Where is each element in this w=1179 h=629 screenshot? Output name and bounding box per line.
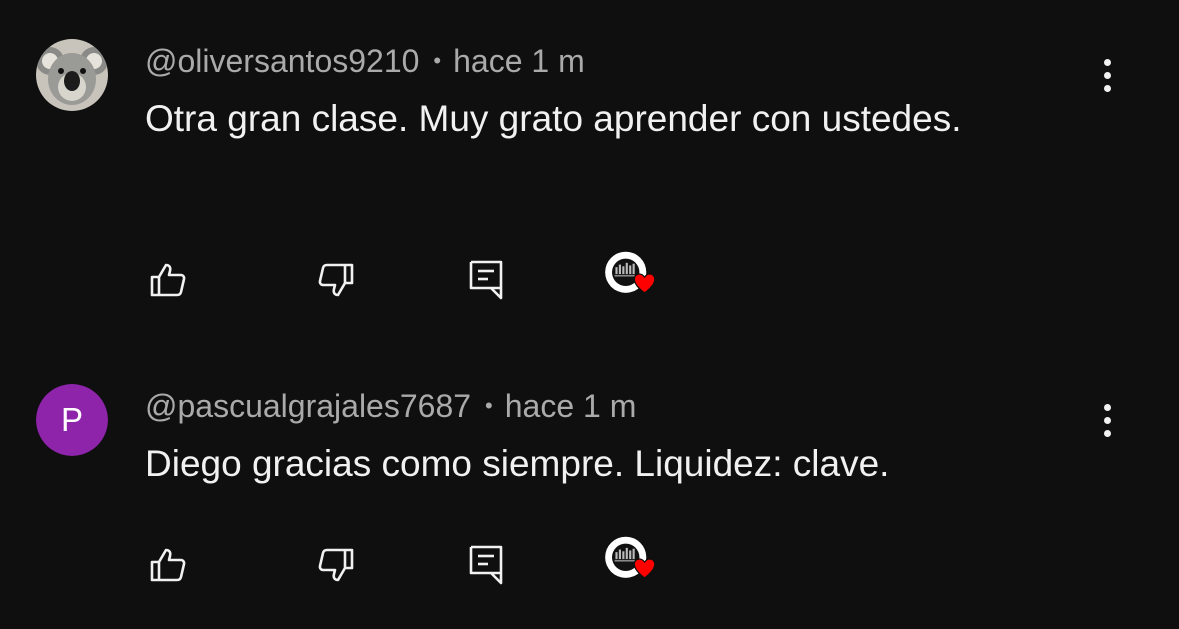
comment-actions: [0, 535, 1179, 595]
more-vertical-icon: [1103, 403, 1111, 411]
more-options-button[interactable]: [1092, 400, 1122, 440]
more-vertical-icon: [1103, 58, 1111, 66]
comment-meta: @oliversantos9210 • hace 1 m: [145, 42, 585, 80]
more-dot: [1103, 416, 1111, 424]
like-button[interactable]: [138, 535, 198, 595]
comment-meta: @pascualgrajales7687 • hace 1 m: [145, 387, 636, 425]
reply-button[interactable]: [456, 250, 516, 310]
dislike-button[interactable]: [306, 535, 366, 595]
more-options-button[interactable]: [1092, 55, 1122, 95]
reply-button[interactable]: [456, 535, 516, 595]
koala-avatar-icon: [36, 39, 108, 111]
more-dot: [1103, 429, 1111, 437]
thumbs-down-icon: [318, 263, 354, 297]
creator-heart-icon: [605, 251, 656, 294]
comment-text: Diego gracias como siempre. Liquidez: cl…: [145, 443, 890, 484]
thumbs-up-icon: [150, 548, 186, 582]
comment-item: @oliversantos9210 • hace 1 m Otra gran cla…: [0, 0, 1179, 330]
avatar[interactable]: P: [36, 384, 108, 456]
comment-time: hace 1 m: [504, 388, 637, 424]
separator-dot: •: [433, 48, 442, 73]
thumbs-down-icon: [318, 548, 354, 582]
more-dot: [1103, 84, 1111, 92]
more-dot: [1103, 71, 1111, 79]
creator-heart-badge: [600, 250, 660, 310]
reply-comment-icon: [469, 260, 503, 300]
thumbs-up-icon: [150, 263, 186, 297]
comment-time: hace 1 m: [453, 43, 585, 79]
avatar-letter: P: [36, 384, 108, 456]
comment-item: P @pascualgrajales7687 • hace 1 m Diego gr…: [0, 345, 1179, 629]
like-button[interactable]: [138, 250, 198, 310]
dislike-button[interactable]: [306, 250, 366, 310]
avatar[interactable]: [36, 39, 108, 111]
comment-text: Otra gran clase. Muy grato aprender con …: [145, 98, 962, 139]
reply-comment-icon: [469, 545, 503, 585]
creator-heart-badge: [600, 535, 660, 595]
comment-actions: [0, 250, 1179, 310]
separator-dot: •: [485, 393, 493, 418]
author-name[interactable]: @oliversantos9210: [145, 43, 419, 79]
creator-heart-icon: [605, 536, 656, 579]
author-name[interactable]: @pascualgrajales7687: [145, 388, 471, 424]
